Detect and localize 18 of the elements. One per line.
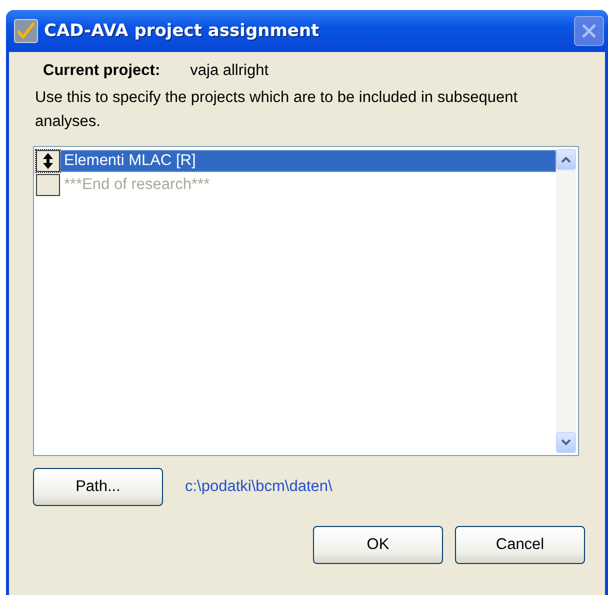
- path-text: c:\podatki\bcm\daten\: [185, 478, 332, 496]
- scroll-up-button[interactable]: [556, 149, 576, 170]
- window-title: CAD-AVA project assignment: [44, 21, 320, 41]
- reorder-handle[interactable]: [36, 150, 60, 172]
- close-icon: [581, 23, 597, 39]
- project-item[interactable]: Elementi MLAC [R]: [60, 150, 556, 172]
- description-text: Use this to specify the projects which are to be included in subsequent analyses.: [34, 88, 518, 132]
- current-project-label: Current project:: [43, 62, 160, 80]
- current-project-value: vaja allright: [190, 62, 269, 80]
- path-button[interactable]: Path...: [33, 468, 163, 506]
- scroll-down-button[interactable]: [556, 432, 576, 453]
- cancel-button[interactable]: Cancel: [455, 526, 585, 564]
- chevron-down-icon: [561, 439, 571, 446]
- checkmark-icon: [14, 19, 38, 43]
- up-down-arrow-icon: [43, 153, 53, 169]
- chevron-up-icon: [561, 156, 571, 163]
- scrollbar[interactable]: [556, 149, 576, 453]
- ok-button[interactable]: OK: [313, 526, 443, 564]
